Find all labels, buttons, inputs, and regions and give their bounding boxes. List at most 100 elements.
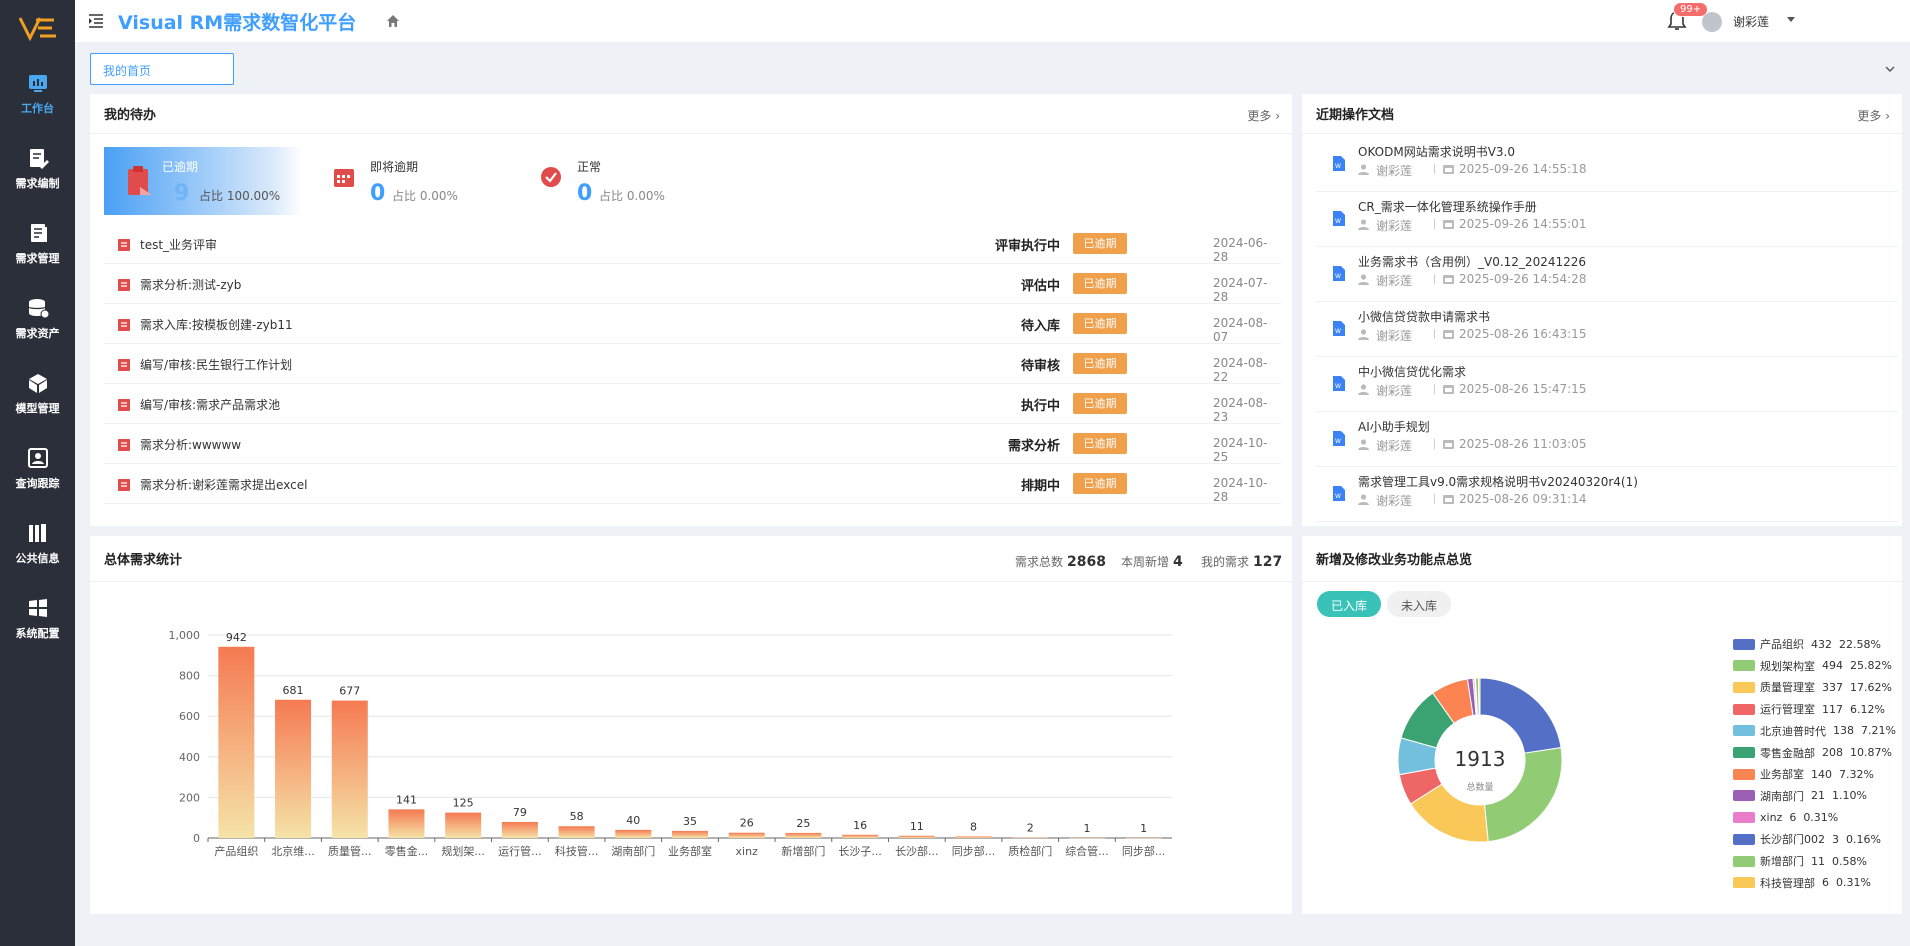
recent-docs-more-link[interactable]: 更多 › xyxy=(1857,107,1890,124)
bar[interactable] xyxy=(1012,837,1049,839)
legend-value: 11 xyxy=(1811,854,1825,868)
sidebar-item-6[interactable]: 公共信息 xyxy=(0,506,75,581)
user-name[interactable]: 谢彩莲 xyxy=(1733,13,1769,30)
doc-row[interactable]: W OKODM网站需求说明书V3.0 谢彩莲 2025-09-26 14:55:18 xyxy=(1316,137,1898,192)
doc-title: 中小微信贷优化需求 xyxy=(1358,365,1467,379)
doc-row[interactable]: W AI小助手规划 谢彩莲 2025-08-26 11:03:05 xyxy=(1316,412,1898,467)
doc-row[interactable]: W 小微信贷贷款申请需求书 谢彩莲 2025-08-26 16:43:15 xyxy=(1316,302,1898,357)
word-doc-icon: W xyxy=(1333,431,1345,446)
bar[interactable] xyxy=(728,832,765,838)
doc-row[interactable]: W 需求管理工具v9.0需求规格说明书v20240320r4(1) 谢彩莲 2025-… xyxy=(1316,467,1898,522)
user-icon xyxy=(1358,164,1369,175)
sidebar-item-label: 需求编制 xyxy=(15,176,60,190)
bar[interactable] xyxy=(842,834,879,838)
doc-time: 2025-09-26 14:55:18 xyxy=(1459,162,1587,176)
todo-row[interactable]: 需求分析:wwwww 需求分析 已逾期 2024-10-25 xyxy=(104,424,1281,464)
legend-item[interactable]: 长沙部门002 3 0.16% xyxy=(1733,832,1881,846)
tab-home[interactable]: 我的首页 xyxy=(90,53,234,85)
pie-slice[interactable] xyxy=(1477,677,1481,716)
legend-swatch xyxy=(1733,660,1755,672)
stat-percent: 占比 0.00% xyxy=(392,189,458,203)
doc-row[interactable]: W CR_需求一体化管理系统操作手册 谢彩莲 2025-09-26 14:55:01 xyxy=(1316,192,1898,247)
todo-item-title: 需求分析:谢彩莲需求提出excel xyxy=(140,478,308,492)
doc-user: 谢彩莲 xyxy=(1376,494,1413,508)
doc-time: 2025-08-26 11:03:05 xyxy=(1459,437,1587,451)
sidebar-item-2[interactable]: 需求管理 xyxy=(0,206,75,281)
bar[interactable] xyxy=(218,646,255,838)
legend-item[interactable]: 北京迪普时代 138 7.21% xyxy=(1733,724,1896,738)
legend-value: 140 xyxy=(1811,767,1832,781)
home-icon[interactable] xyxy=(386,14,400,28)
sidebar-item-1[interactable]: 需求编制 xyxy=(0,131,75,206)
caret-down-icon[interactable] xyxy=(1787,17,1795,22)
doc-time: 2025-08-26 16:43:15 xyxy=(1459,327,1587,341)
task-icon xyxy=(118,479,130,491)
bar[interactable] xyxy=(388,809,425,838)
legend-item[interactable]: 科技管理部 6 0.31% xyxy=(1733,876,1871,890)
legend-item[interactable]: 业务部室 140 7.32% xyxy=(1733,767,1874,781)
filter-stored[interactable]: 已入库 xyxy=(1317,591,1382,617)
legend-item[interactable]: 零售金融部 208 10.87% xyxy=(1733,746,1892,760)
bar[interactable] xyxy=(785,832,822,838)
bar[interactable] xyxy=(558,826,595,838)
sidebar-item-3[interactable]: 需求资产 xyxy=(0,281,75,356)
x-tick-label: 长沙部... xyxy=(895,844,939,858)
search-track-icon xyxy=(27,447,48,468)
sidebar-item-5[interactable]: 查询跟踪 xyxy=(0,431,75,506)
stat-due-soon[interactable]: 即将逾期 0 占比 0.00% xyxy=(318,147,516,215)
filter-not-stored[interactable]: 未入库 xyxy=(1387,591,1452,617)
todo-row[interactable]: 编写/审核:需求产品需求池 执行中 已逾期 2024-08-23 xyxy=(104,384,1281,424)
bar-value-label: 677 xyxy=(339,685,360,698)
divider xyxy=(1434,384,1435,394)
bar[interactable] xyxy=(445,812,482,838)
bar[interactable] xyxy=(1068,837,1105,839)
todo-more-link[interactable]: 更多 › xyxy=(1247,107,1280,124)
doc-user: 谢彩莲 xyxy=(1376,274,1413,288)
legend-item[interactable]: 运行管理室 117 6.12% xyxy=(1733,702,1885,716)
pie-slice[interactable] xyxy=(1479,677,1562,754)
bar[interactable] xyxy=(501,821,538,838)
legend-item[interactable]: 规划架构室 494 25.82% xyxy=(1733,659,1892,673)
menu-fold-icon[interactable] xyxy=(88,13,104,29)
stat-overdue[interactable]: 已逾期 9 占比 100.00% xyxy=(104,147,302,215)
todo-item-date: 2024-07-28 xyxy=(1213,276,1268,304)
bar[interactable] xyxy=(955,836,992,838)
todo-row[interactable]: 编写/审核:民生银行工作计划 待审核 已逾期 2024-08-22 xyxy=(104,344,1281,384)
bar[interactable] xyxy=(331,700,368,838)
bar[interactable] xyxy=(615,829,652,838)
todo-item-status: 评审执行中 xyxy=(994,239,1060,254)
sidebar-item-4[interactable]: 模型管理 xyxy=(0,356,75,431)
bar[interactable] xyxy=(275,699,312,838)
chevron-down-icon[interactable] xyxy=(1884,63,1896,75)
sidebar-item-0[interactable]: 工作台 xyxy=(0,56,75,131)
bar[interactable] xyxy=(672,830,708,838)
legend-item[interactable]: 新增部门 11 0.58% xyxy=(1733,854,1867,868)
legend-value: 337 xyxy=(1822,680,1843,694)
sidebar-item-label: 需求资产 xyxy=(15,326,60,340)
legend-item[interactable]: 质量管理室 337 17.62% xyxy=(1733,680,1892,694)
sidebar-item-7[interactable]: 系统配置 xyxy=(0,581,75,656)
doc-row[interactable]: W 中小微信贷优化需求 谢彩莲 2025-08-26 15:47:15 xyxy=(1316,357,1898,412)
todo-row[interactable]: 需求入库:按模板创建-zyb11 待入库 已逾期 2024-08-07 xyxy=(104,304,1281,344)
bar[interactable] xyxy=(898,835,935,838)
x-tick-label: 规划架... xyxy=(441,844,485,858)
doc-user: 谢彩莲 xyxy=(1376,329,1413,343)
legend-item[interactable]: 湖南部门 21 1.10% xyxy=(1733,789,1867,803)
bar[interactable] xyxy=(1125,837,1162,839)
stat-normal[interactable]: 正常 0 占比 0.00% xyxy=(525,147,723,215)
todo-row[interactable]: test_业务评审 评审执行中 已逾期 2024-06-28 xyxy=(104,224,1281,264)
y-tick-label: 600 xyxy=(179,710,200,723)
todo-row[interactable]: 需求分析:谢彩莲需求提出excel 排期中 已逾期 2024-10-28 xyxy=(104,464,1281,504)
x-tick-label: 湖南部门 xyxy=(611,844,655,858)
cube-icon xyxy=(28,373,47,393)
legend-item[interactable]: 产品组织 432 22.58% xyxy=(1733,637,1881,651)
doc-row[interactable]: W 业务需求书（含用例）_V0.12_20241226 谢彩莲 2025-09-26 … xyxy=(1316,247,1898,302)
y-tick-label: 1,000 xyxy=(169,629,201,642)
task-icon xyxy=(118,239,130,251)
todo-row[interactable]: 需求分析:测试-zyb 评估中 已逾期 2024-07-28 xyxy=(104,264,1281,304)
task-icon xyxy=(118,399,130,411)
legend-item[interactable]: xinz 6 0.31% xyxy=(1733,811,1838,825)
logo-icon xyxy=(18,17,56,42)
avatar[interactable] xyxy=(1702,12,1722,32)
my-requirements: 我的需求 127 xyxy=(1201,554,1283,570)
